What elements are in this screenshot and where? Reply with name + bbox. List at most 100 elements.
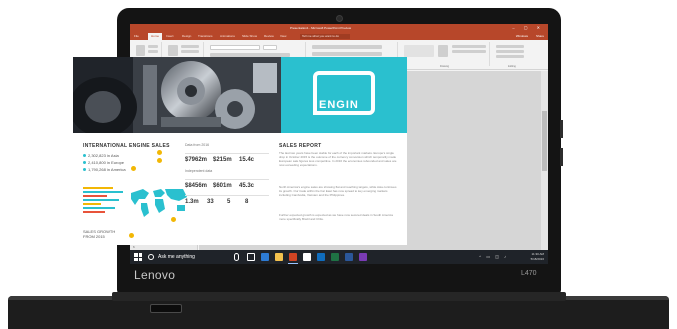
engine-row: 1,790,268 in America [83,167,126,172]
shapes-gallery[interactable] [404,45,434,57]
model-label: L470 [521,270,537,277]
user-name[interactable]: Windows [516,34,528,38]
marker-dot [131,166,136,171]
onenote-icon[interactable] [359,253,367,261]
ribbon-group-drawing: Drawing [400,42,490,68]
arrange-icon[interactable] [438,45,448,57]
kpi-header: Independent data [185,169,213,173]
engine-image [73,57,281,133]
divider [185,195,269,196]
select-icon[interactable] [496,55,524,58]
tab-home[interactable]: Home [148,33,163,40]
sales-paragraph: North America's engine sales are showing… [279,185,397,197]
clock[interactable]: 11:30 AM 5/18/2016 [531,252,544,262]
kpi-value: 1.3m [185,199,199,205]
brand-logo: Lenovo [134,268,176,282]
windows-start-icon[interactable] [134,253,142,261]
side-button [560,148,563,166]
search-placeholder: Ask me anything [158,254,195,260]
divider [185,179,269,180]
marker-dot [157,150,162,155]
copy-icon[interactable] [148,50,158,53]
cortana-search-box[interactable]: Ask me anything [146,252,238,262]
cut-icon[interactable] [148,45,158,48]
divider [185,153,269,154]
side-button [560,120,563,138]
kpi-value: $601m [213,183,232,189]
kpi-value: 45.3c [239,183,255,189]
share-button[interactable]: Share [536,34,544,38]
font-size-select[interactable] [263,45,277,50]
reset-icon[interactable] [181,50,199,53]
microphone-icon[interactable] [234,253,239,261]
tab-design[interactable]: Design [182,34,191,38]
title-bar: Presentation1 - Microsoft PowerPoint Pre… [130,24,548,32]
docking-port [150,304,182,313]
tell-me-input[interactable]: Tell me what you want to do [300,34,350,39]
replace-icon[interactable] [496,50,524,53]
edge-icon[interactable] [261,253,269,261]
marker-dot [129,233,134,238]
kpi-header: Data from 2016 [185,143,210,147]
align-icons[interactable] [312,52,382,56]
window-title: Presentation1 - Microsoft PowerPoint Pre… [290,26,352,30]
layout-icon[interactable] [181,45,199,48]
bullet-icon [83,161,86,164]
bullet-icon [83,154,86,157]
kpi-value: 15.4c [239,157,255,163]
clock-date: 5/18/2016 [530,257,544,261]
shape-fill-icon[interactable] [452,45,486,48]
system-tray-icons[interactable]: ^ ▭ ◫ ♪ [479,254,508,259]
excel-icon[interactable] [331,253,339,261]
tab-insert[interactable]: Insert [166,34,174,38]
thumb-number: 6 [133,245,135,249]
ribbon-group-editing: Editing [492,42,532,68]
paste-icon[interactable] [136,45,145,56]
sales-paragraph: Further expected growth is expected as w… [279,213,393,221]
kpi-value: $8456m [185,183,208,189]
sales-paragraph: The last two years have been stable for … [279,151,397,167]
tab-view[interactable]: View [280,34,286,38]
list-icons[interactable] [312,45,382,49]
file-explorer-icon[interactable] [275,253,283,261]
word-icon[interactable] [345,253,353,261]
find-icon[interactable] [496,45,524,48]
kpi-value: $215m [213,157,232,163]
font-name-select[interactable] [210,45,260,50]
windows-taskbar: Ask me anything ^ ▭ ◫ ♪ 11:30 AM 5/18/20… [130,250,548,264]
group-label: Drawing [439,65,450,68]
marker-dot [157,158,162,163]
store-icon[interactable] [303,253,311,261]
current-slide[interactable]: ENGIN INTERNATIONAL ENGINE SALES 2,302,8… [73,57,407,245]
tab-transitions[interactable]: Transitions [198,34,213,38]
world-map-graphic [131,189,187,217]
engine-photo [73,57,281,133]
kpi-value: 8 [245,199,249,205]
engine-sales-title: INTERNATIONAL ENGINE SALES [83,143,170,149]
logo-text: ENGIN [319,99,359,111]
shape-outline-icon[interactable] [452,50,486,53]
task-view-icon[interactable] [247,253,255,261]
tab-slide-show[interactable]: Slide Show [242,34,257,38]
outlook-icon[interactable] [317,253,325,261]
engine-row: 2,302,823 in Asia [83,153,119,158]
scrollbar-thumb[interactable] [542,111,547,171]
vertical-scrollbar[interactable] [541,71,548,254]
kpi-value: 5 [227,199,231,205]
powerpoint-icon[interactable] [288,253,298,264]
engine-row: 2,410,800 in Europe [83,160,124,165]
tab-animations[interactable]: Animations [220,34,235,38]
tab-review[interactable]: Review [264,34,274,38]
group-label: Editing [508,65,516,68]
laptop-hinge [112,292,566,301]
bullet-icon [83,168,86,171]
marker-dot [171,217,176,222]
ribbon-tabs: File Home Insert Design Transitions Anim… [130,32,548,40]
tab-file[interactable]: File [134,34,139,38]
kpi-value: $7962m [185,157,208,163]
sales-growth-label: SALES GROWTH FROM 2015 [83,229,116,239]
new-slide-icon[interactable] [168,45,178,56]
window-controls[interactable]: – ▢ ✕ [512,25,544,30]
sales-report-title: SALES REPORT [279,143,322,149]
sales-bars-graphic [83,187,123,213]
